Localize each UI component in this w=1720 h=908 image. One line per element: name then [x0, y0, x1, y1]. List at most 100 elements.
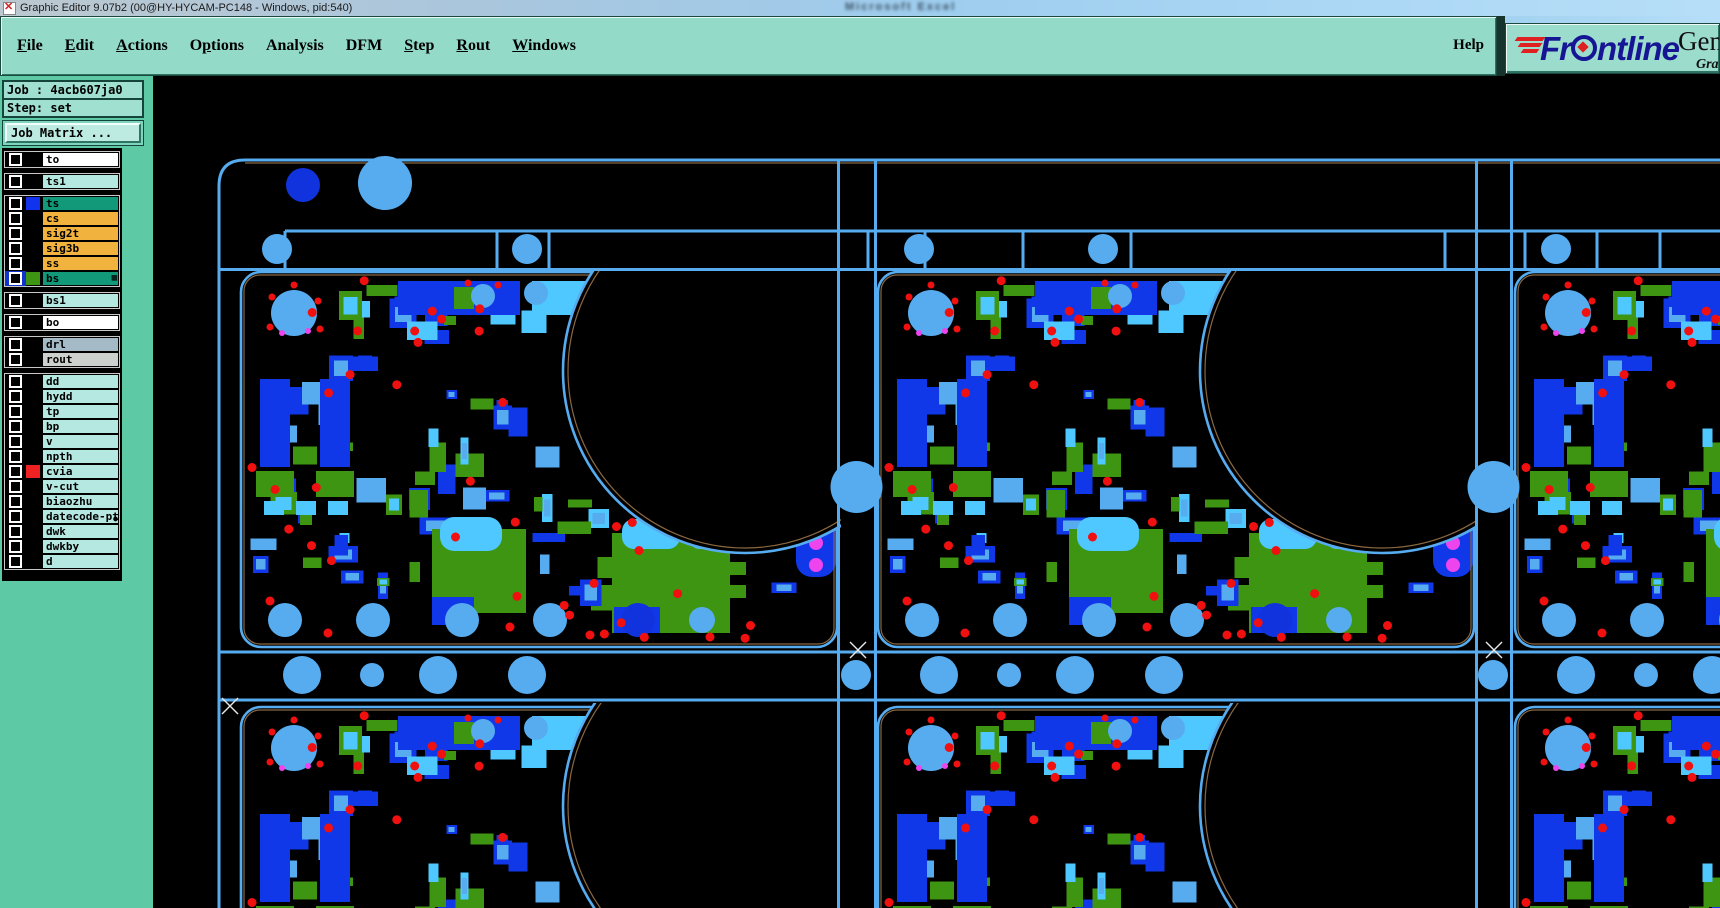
- layer-row-cs[interactable]: cs: [5, 211, 119, 226]
- menu-item-options[interactable]: Options: [190, 37, 244, 55]
- menu-item-edit[interactable]: Edit: [65, 37, 94, 55]
- layer-name-sig3b[interactable]: sig3b: [42, 241, 119, 256]
- layer-name-dwkby[interactable]: dwkby: [42, 539, 119, 554]
- layer-row-dd[interactable]: dd: [5, 374, 119, 389]
- layer-color-swatch[interactable]: [26, 226, 42, 241]
- layer-display-checkbox[interactable]: [5, 494, 26, 509]
- layer-name-cvia[interactable]: cvia: [42, 464, 119, 479]
- layer-name-datecode-pt[interactable]: datecode-pt ●: [42, 509, 119, 524]
- layer-row-datecode-pt[interactable]: datecode-pt ●: [5, 509, 119, 524]
- layer-name-hydd[interactable]: hydd: [42, 389, 119, 404]
- layer-display-checkbox[interactable]: [5, 404, 26, 419]
- layer-name-cs[interactable]: cs: [42, 211, 119, 226]
- layer-row-tp[interactable]: tp: [5, 404, 119, 419]
- layer-row-to[interactable]: to: [5, 152, 119, 167]
- layer-display-checkbox[interactable]: [5, 152, 26, 167]
- layer-name-d[interactable]: d: [42, 554, 119, 569]
- pcb-canvas[interactable]: [153, 76, 1720, 908]
- layer-name-rout[interactable]: rout: [42, 352, 119, 367]
- menu-item-actions[interactable]: Actions: [116, 37, 168, 55]
- layer-display-checkbox[interactable]: [5, 337, 26, 352]
- layer-color-swatch[interactable]: [26, 337, 42, 352]
- layer-name-ss[interactable]: ss: [42, 256, 119, 271]
- layer-display-checkbox[interactable]: [5, 226, 26, 241]
- layer-row-hydd[interactable]: hydd: [5, 389, 119, 404]
- layer-name-ts[interactable]: ts: [42, 196, 119, 211]
- layer-row-npth[interactable]: npth: [5, 449, 119, 464]
- layer-display-checkbox[interactable]: [5, 352, 26, 367]
- layer-row-drl[interactable]: drl: [5, 337, 119, 352]
- layer-color-swatch[interactable]: [26, 404, 42, 419]
- layer-color-swatch[interactable]: [26, 539, 42, 554]
- menu-item-dfm[interactable]: DFM: [346, 37, 382, 55]
- layer-name-bp[interactable]: bp: [42, 419, 119, 434]
- layer-color-swatch[interactable]: [26, 434, 42, 449]
- layer-name-bo[interactable]: bo: [42, 315, 119, 330]
- layer-name-bs[interactable]: bs ▦: [42, 271, 119, 286]
- layer-name-v-cut[interactable]: v-cut: [42, 479, 119, 494]
- layer-color-swatch[interactable]: [26, 152, 42, 167]
- layer-row-sig3b[interactable]: sig3b: [5, 241, 119, 256]
- layer-name-dwk[interactable]: dwk: [42, 524, 119, 539]
- layer-name-to[interactable]: to: [42, 152, 119, 167]
- layer-display-checkbox[interactable]: [5, 419, 26, 434]
- layer-name-dd[interactable]: dd: [42, 374, 119, 389]
- layer-row-ss[interactable]: ss: [5, 256, 119, 271]
- layer-name-biaozhu[interactable]: biaozhu: [42, 494, 119, 509]
- layer-row-cvia[interactable]: cvia: [5, 464, 119, 479]
- layer-color-swatch[interactable]: [26, 524, 42, 539]
- layer-color-swatch[interactable]: [26, 509, 42, 524]
- layer-name-tp[interactable]: tp: [42, 404, 119, 419]
- layer-row-bs1[interactable]: bs1: [5, 293, 119, 308]
- layer-color-swatch[interactable]: [26, 464, 42, 479]
- layer-color-swatch[interactable]: [26, 419, 42, 434]
- layer-color-swatch[interactable]: [26, 241, 42, 256]
- menu-item-windows[interactable]: Windows: [512, 37, 576, 55]
- menu-item-file[interactable]: File: [17, 37, 43, 55]
- layer-display-checkbox[interactable]: [5, 374, 26, 389]
- layer-name-bs1[interactable]: bs1: [42, 293, 119, 308]
- layer-name-sig2t[interactable]: sig2t: [42, 226, 119, 241]
- menu-item-analysis[interactable]: Analysis: [266, 37, 324, 55]
- layer-color-swatch[interactable]: [26, 293, 42, 308]
- layer-row-dwkby[interactable]: dwkby: [5, 539, 119, 554]
- menu-item-rout[interactable]: Rout: [456, 37, 490, 55]
- layer-color-swatch[interactable]: [26, 256, 42, 271]
- layer-color-swatch[interactable]: [26, 211, 42, 226]
- layer-color-swatch[interactable]: [26, 374, 42, 389]
- layer-row-v[interactable]: v: [5, 434, 119, 449]
- layer-display-checkbox[interactable]: [5, 174, 26, 189]
- layer-row-dwk[interactable]: dwk: [5, 524, 119, 539]
- layer-display-checkbox[interactable]: [5, 389, 26, 404]
- layer-display-checkbox[interactable]: [5, 271, 26, 286]
- layer-display-checkbox[interactable]: [5, 256, 26, 271]
- layer-row-bp[interactable]: bp: [5, 419, 119, 434]
- layer-color-swatch[interactable]: [26, 196, 42, 211]
- layer-display-checkbox[interactable]: [5, 449, 26, 464]
- layer-display-checkbox[interactable]: [5, 211, 26, 226]
- layer-color-swatch[interactable]: [26, 271, 42, 286]
- layer-row-rout[interactable]: rout: [5, 352, 119, 367]
- job-matrix-button[interactable]: Job Matrix ...: [5, 123, 141, 143]
- layer-color-swatch[interactable]: [26, 554, 42, 569]
- layer-display-checkbox[interactable]: [5, 539, 26, 554]
- layer-row-bs[interactable]: bs ▦: [5, 271, 119, 286]
- layer-color-swatch[interactable]: [26, 494, 42, 509]
- layer-display-checkbox[interactable]: [5, 241, 26, 256]
- menu-item-step[interactable]: Step: [404, 37, 434, 55]
- layer-display-checkbox[interactable]: [5, 554, 26, 569]
- layer-row-bo[interactable]: bo: [5, 315, 119, 330]
- layer-display-checkbox[interactable]: [5, 434, 26, 449]
- layer-row-sig2t[interactable]: sig2t: [5, 226, 119, 241]
- layer-color-swatch[interactable]: [26, 174, 42, 189]
- menu-item-help[interactable]: Help: [1453, 37, 1484, 54]
- layer-color-swatch[interactable]: [26, 352, 42, 367]
- layer-display-checkbox[interactable]: [5, 315, 26, 330]
- layer-name-npth[interactable]: npth: [42, 449, 119, 464]
- layer-row-v-cut[interactable]: v-cut: [5, 479, 119, 494]
- layer-color-swatch[interactable]: [26, 389, 42, 404]
- layer-row-ts[interactable]: ts: [5, 196, 119, 211]
- layer-color-swatch[interactable]: [26, 315, 42, 330]
- layer-name-ts1[interactable]: ts1: [42, 174, 119, 189]
- layer-display-checkbox[interactable]: [5, 509, 26, 524]
